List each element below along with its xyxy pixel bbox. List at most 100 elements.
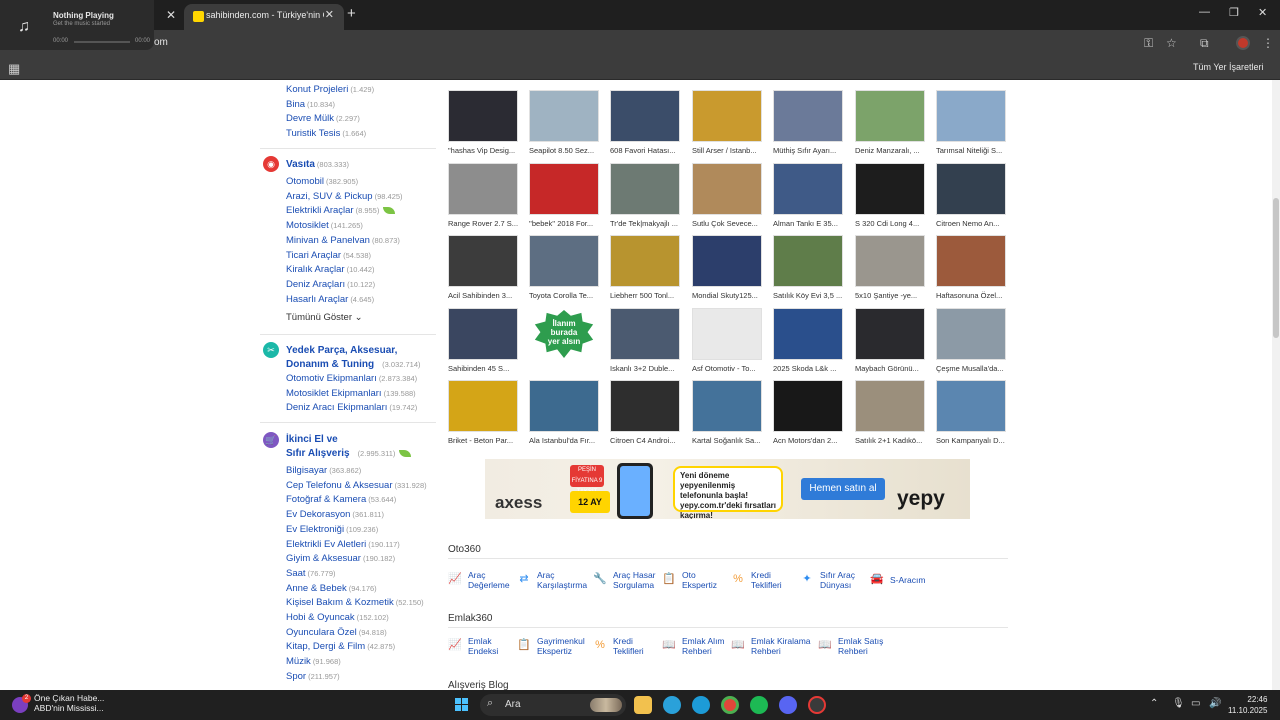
- listing-thumbnail[interactable]: [855, 163, 925, 215]
- bookmark-star-icon[interactable]: ☆: [1166, 36, 1177, 50]
- showcase-item[interactable]: Citroen C4 Androi...: [610, 380, 686, 445]
- listing-caption[interactable]: 608 Favori Hatası...: [610, 146, 686, 155]
- listing-thumbnail[interactable]: [692, 235, 762, 287]
- vasita-heading[interactable]: Vasıta (803.333): [286, 159, 349, 170]
- listing-caption[interactable]: Maybach Görünü...: [855, 364, 931, 373]
- category-link[interactable]: Hobi & Oyuncak (152.102): [286, 612, 389, 623]
- category-link[interactable]: Otomotiv Ekipmanları (2.873.384): [286, 373, 417, 384]
- showcase-item[interactable]: 608 Favori Hatası...: [610, 90, 686, 155]
- listing-caption[interactable]: Çeşme Musalla'da...: [936, 364, 1012, 373]
- category-link[interactable]: Giyim & Aksesuar (190.182): [286, 553, 395, 564]
- category-link[interactable]: Kiralık Araçlar (10.442): [286, 264, 375, 275]
- scrollbar-thumb[interactable]: [1273, 198, 1279, 338]
- listing-caption[interactable]: ''bebek'' 2018 For...: [529, 219, 605, 228]
- showcase-item[interactable]: Iskanlı 3+2 Duble...: [610, 308, 686, 373]
- listing-caption[interactable]: Müthiş Sıfır Ayarı...: [773, 146, 849, 155]
- discord-icon[interactable]: [779, 696, 797, 714]
- maximize-icon[interactable]: ❐: [1229, 6, 1239, 19]
- showcase-item[interactable]: Çeşme Musalla'da...: [936, 308, 1012, 373]
- category-link[interactable]: Elektrikli Araçlar (8.955): [286, 205, 396, 216]
- category-link[interactable]: Kitap, Dergi & Film (42.875): [286, 641, 395, 652]
- listing-caption[interactable]: Seapilot 8.50 Sez...: [529, 146, 605, 155]
- showcase-item[interactable]: Kartal Soğanlık Sa...: [692, 380, 768, 445]
- category-link[interactable]: Bilgisayar (363.862): [286, 465, 361, 476]
- category-link[interactable]: Spor (211.957): [286, 671, 340, 682]
- listing-thumbnail[interactable]: [773, 380, 843, 432]
- showcase-item[interactable]: Tarımsal Niteliği S...: [936, 90, 1012, 155]
- password-key-icon[interactable]: ⚿: [1144, 36, 1153, 51]
- showcase-item[interactable]: 5x10 Şantiye -ye...: [855, 235, 931, 300]
- listing-thumbnail[interactable]: [529, 235, 599, 287]
- listing-thumbnail[interactable]: [692, 308, 762, 360]
- listing-caption[interactable]: Sutlu Çok Sevece...: [692, 219, 768, 228]
- showcase-item[interactable]: Range Rover 2.7 S...: [448, 163, 524, 228]
- listing-caption[interactable]: Ala Istanbul'da Fır...: [529, 436, 605, 445]
- listing-thumbnail[interactable]: [936, 163, 1006, 215]
- category-link[interactable]: Turistik Tesis (1.664): [286, 128, 366, 139]
- media-control-popup[interactable]: ♫ Nothing Playing Get the music started …: [0, 0, 154, 50]
- listing-thumbnail[interactable]: [529, 380, 599, 432]
- category-link[interactable]: Cep Telefonu & Aksesuar (331.928): [286, 480, 427, 491]
- telegram-icon[interactable]: [663, 696, 681, 714]
- category-link[interactable]: Oyunculara Özel (94.818): [286, 627, 387, 638]
- microphone-icon[interactable]: 🎙: [1172, 698, 1185, 709]
- listing-caption[interactable]: Toyota Corolla Te...: [529, 291, 605, 300]
- listing-thumbnail[interactable]: [610, 380, 680, 432]
- steam-icon[interactable]: [808, 696, 826, 714]
- listing-thumbnail[interactable]: [936, 90, 1006, 142]
- listing-thumbnail[interactable]: [773, 308, 843, 360]
- listing-caption[interactable]: Haftasonuna Özel...: [936, 291, 1012, 300]
- listing-thumbnail[interactable]: [936, 235, 1006, 287]
- category-link[interactable]: Kişisel Bakım & Kozmetik (52.150): [286, 597, 424, 608]
- category-link[interactable]: Fotoğraf & Kamera (53.644): [286, 494, 396, 505]
- windows-start-icon[interactable]: [455, 698, 469, 712]
- category-link[interactable]: Minivan & Panelvan (80.873): [286, 235, 400, 246]
- category-link[interactable]: Elektrikli Ev Aletleri (190.117): [286, 539, 400, 550]
- minimize-icon[interactable]: —: [1199, 6, 1210, 18]
- listing-thumbnail[interactable]: [855, 235, 925, 287]
- listing-thumbnail[interactable]: [855, 308, 925, 360]
- tray-chevron-icon[interactable]: ⌃: [1150, 698, 1158, 709]
- tab-close-icon[interactable]: ✕: [325, 8, 334, 21]
- listing-caption[interactable]: Briket - Beton Par...: [448, 436, 524, 445]
- listing-caption[interactable]: Iskanlı 3+2 Duble...: [610, 364, 686, 373]
- listing-caption[interactable]: Deniz Manzaralı, ...: [855, 146, 931, 155]
- listing-caption[interactable]: Kartal Soğanlık Sa...: [692, 436, 768, 445]
- category-link[interactable]: Hasarlı Araçlar (4.645): [286, 294, 374, 305]
- listing-thumbnail[interactable]: İlanım burada yer alsın: [529, 308, 599, 360]
- showcase-item[interactable]: Seapilot 8.50 Sez...: [529, 90, 605, 155]
- showcase-item[interactable]: Sahibinden 45 S...: [448, 308, 524, 373]
- listing-thumbnail[interactable]: [692, 380, 762, 432]
- category-link[interactable]: Motosiklet (141.265): [286, 220, 363, 231]
- listing-thumbnail[interactable]: [692, 163, 762, 215]
- all-bookmarks-folder[interactable]: Tüm Yer İşaretleri: [1193, 62, 1264, 72]
- showcase-item[interactable]: Toyota Corolla Te...: [529, 235, 605, 300]
- yedek-heading[interactable]: Yedek Parça, Aksesuar, Donanım & Tuning (…: [286, 344, 421, 372]
- listing-thumbnail[interactable]: [610, 235, 680, 287]
- show-all-link[interactable]: Tümünü Göster ⌄: [286, 312, 363, 323]
- system-clock[interactable]: 22:46 11.10.2025: [1228, 694, 1267, 716]
- category-link[interactable]: Ev Dekorasyon (361.811): [286, 509, 384, 520]
- category-link[interactable]: Deniz Araçları (10.122): [286, 279, 375, 290]
- showcase-item[interactable]: Tr'de Tek|makyajlı ...: [610, 163, 686, 228]
- category-link[interactable]: Otomobil (382.905): [286, 176, 358, 187]
- listing-thumbnail[interactable]: [855, 380, 925, 432]
- media-close-icon[interactable]: ✕: [166, 8, 176, 22]
- showcase-item[interactable]: Mondial Skuty125...: [692, 235, 768, 300]
- listing-caption[interactable]: 2025 Skoda L&k ...: [773, 364, 849, 373]
- profile-avatar[interactable]: [1236, 36, 1250, 50]
- category-link[interactable]: Arazi, SUV & Pickup (98.425): [286, 191, 403, 202]
- listing-thumbnail[interactable]: [448, 380, 518, 432]
- listing-thumbnail[interactable]: [529, 163, 599, 215]
- listing-thumbnail[interactable]: [936, 308, 1006, 360]
- listing-thumbnail[interactable]: [448, 235, 518, 287]
- category-link[interactable]: Konut Projeleri (1.429): [286, 84, 374, 95]
- showcase-item[interactable]: Alman Tankı E 35...: [773, 163, 849, 228]
- listing-thumbnail[interactable]: [610, 163, 680, 215]
- showcase-item[interactable]: Satılık Köy Evi 3,5 ...: [773, 235, 849, 300]
- new-tab-button[interactable]: +: [347, 5, 356, 22]
- category-link[interactable]: Ev Elektroniği (109.236): [286, 524, 378, 535]
- showcase-item[interactable]: Asf Otomotiv - To...: [692, 308, 768, 373]
- showcase-item[interactable]: S 320 Cdi Long 4...: [855, 163, 931, 228]
- listing-thumbnail[interactable]: [692, 90, 762, 142]
